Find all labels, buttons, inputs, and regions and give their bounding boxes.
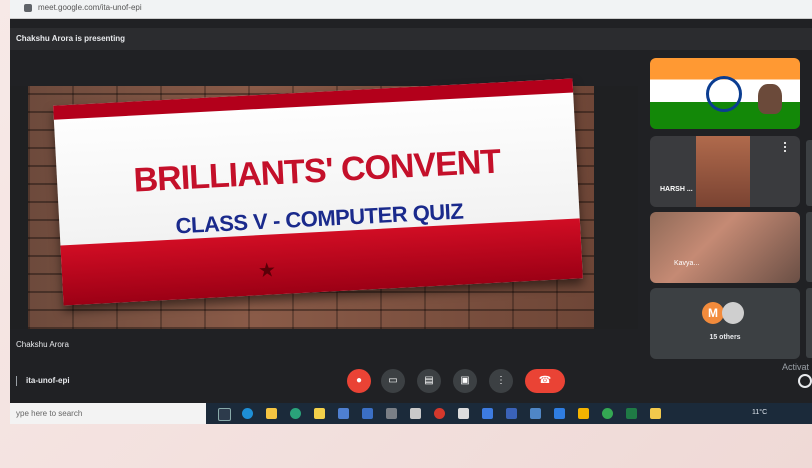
windows-taskbar: ype here to search 11°C [10,403,812,424]
url-text[interactable]: meet.google.com/ita-unof-epi [38,3,142,12]
quiz-slide: BRILLIANTS' CONVENT CLASS V - COMPUTER Q… [53,78,583,306]
mail-icon[interactable] [338,408,349,419]
others-tile[interactable]: M 15 others [650,288,800,359]
opera-icon[interactable] [434,408,445,419]
slide-top-band [53,78,574,120]
app-icon[interactable] [482,408,493,419]
ashoka-chakra-icon [706,76,742,112]
participant-video [696,136,750,207]
presenter-name-label: Chakshu Arora [16,340,69,349]
offscreen-tile [806,288,812,358]
presentation-stage: BRILLIANTS' CONVENT CLASS V - COMPUTER Q… [10,78,638,329]
task-view-icon[interactable] [218,408,231,421]
browser-icon[interactable] [290,408,301,419]
participant-tile[interactable]: HARSH ... [650,136,800,207]
sticky-notes-icon[interactable] [314,408,325,419]
activate-windows-text: Activat [782,362,810,372]
meet-window: meet.google.com/ita-unof-epi Chakshu Aro… [10,0,812,424]
edge-icon[interactable] [242,408,253,419]
present-button[interactable]: ▣ [453,369,477,393]
app-icon[interactable] [530,408,541,419]
avatar: M [702,302,724,324]
word-icon[interactable] [506,408,517,419]
lock-icon [24,4,32,12]
more-options-button[interactable]: ⋮ [489,369,513,393]
others-count: 15 others [709,334,741,341]
more-options-icon[interactable] [784,142,792,152]
slide-title: BRILLIANTS' CONVENT [132,142,502,200]
participant-name: Kavya... [674,260,700,267]
offscreen-tile [806,140,812,206]
app-icon[interactable] [578,408,589,419]
browser-address-bar[interactable]: meet.google.com/ita-unof-epi [10,0,812,19]
excel-icon[interactable] [626,408,637,419]
participant-tile[interactable] [650,58,800,129]
app-icon[interactable] [650,408,661,419]
participant-name: HARSH ... [660,186,693,193]
file-explorer-icon[interactable] [266,408,277,419]
mic-off-button[interactable]: ● [347,369,371,393]
chrome-icon[interactable] [602,408,613,419]
presenting-banner: Chakshu Arora is presenting [10,28,812,50]
app-icon[interactable] [554,408,565,419]
end-call-button[interactable]: ☎ [525,369,565,393]
star-icon: ★ [257,259,277,283]
participant-video [758,84,782,114]
avatar [722,302,744,324]
camera-button[interactable]: ▭ [381,369,405,393]
captions-button[interactable]: ▤ [417,369,441,393]
meeting-code: ita-unof-epi [16,376,70,386]
app-icon[interactable] [386,408,397,419]
participant-tile[interactable]: Kavya... [650,212,800,283]
app-icon[interactable] [458,408,469,419]
search-placeholder: ype here to search [16,409,83,418]
app-icon[interactable] [410,408,421,419]
brick-wall-background: BRILLIANTS' CONVENT CLASS V - COMPUTER Q… [28,78,594,329]
taskbar-search[interactable]: ype here to search [10,403,206,424]
weather-text[interactable]: 11°C [752,409,767,416]
settings-icon[interactable] [798,374,812,388]
offscreen-tile [806,212,812,282]
presenting-text: Chakshu Arora is presenting [16,34,126,43]
store-icon[interactable] [362,408,373,419]
meeting-code-text: ita-unof-epi [26,376,70,385]
